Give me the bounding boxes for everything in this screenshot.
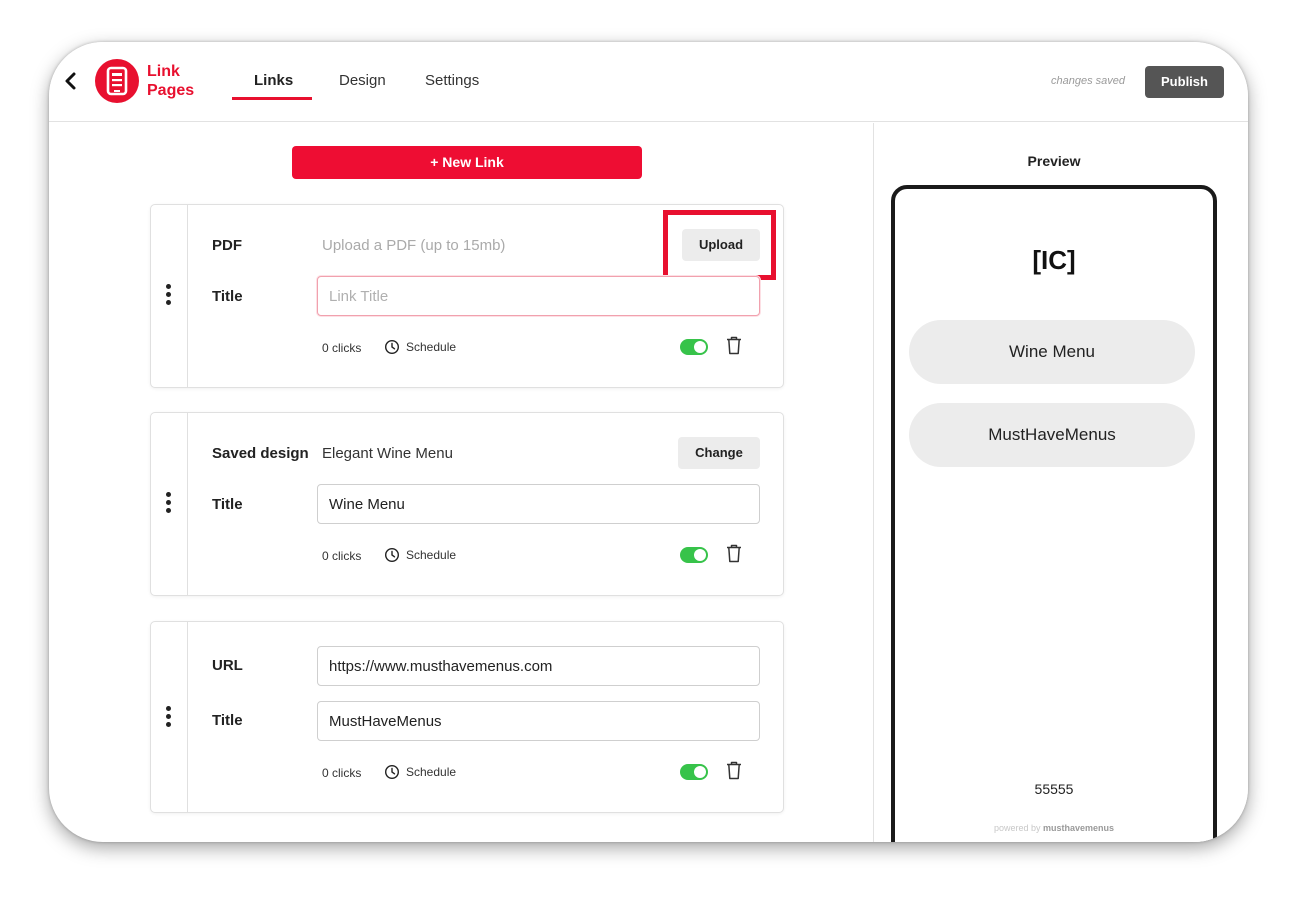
upload-highlight-annotation xyxy=(663,210,776,280)
clicks-count: 0 clicks xyxy=(322,341,362,355)
trash-icon[interactable] xyxy=(726,761,742,780)
trash-icon[interactable] xyxy=(726,336,742,355)
clicks-count: 0 clicks xyxy=(322,549,362,563)
powered-by-brand: musthavemenus xyxy=(1043,823,1115,833)
saved-design-name: Elegant Wine Menu xyxy=(322,445,453,462)
drag-handle[interactable] xyxy=(151,205,188,387)
tab-settings[interactable]: Settings xyxy=(425,72,479,89)
schedule-label: Schedule xyxy=(406,548,457,562)
tab-links[interactable]: Links xyxy=(254,72,293,89)
preview-link-wine-menu[interactable]: Wine Menu xyxy=(909,320,1195,384)
pdf-title-input[interactable] xyxy=(317,276,760,316)
saved-design-label: Saved design xyxy=(212,445,309,462)
app-window: Link Pages Links Design Settings changes… xyxy=(49,42,1248,842)
clock-icon xyxy=(384,764,400,780)
title-label: Title xyxy=(212,496,243,513)
enable-toggle[interactable] xyxy=(680,764,708,780)
new-link-button[interactable]: + New Link xyxy=(292,146,642,179)
pdf-upload-hint: Upload a PDF (up to 15mb) xyxy=(322,237,506,254)
save-status: changes saved xyxy=(1051,75,1125,87)
vertical-dots-icon[interactable] xyxy=(166,492,171,516)
preview-pane: Preview [IC] Wine Menu MustHaveMenus 555… xyxy=(873,123,1248,842)
preview-title: Preview xyxy=(1027,153,1081,169)
change-button[interactable]: Change xyxy=(678,437,760,469)
title-label: Title xyxy=(212,712,243,729)
musthavemenus-title-input[interactable] xyxy=(317,701,760,741)
clock-icon xyxy=(384,339,400,355)
enable-toggle[interactable] xyxy=(680,339,708,355)
enable-toggle[interactable] xyxy=(680,547,708,563)
vertical-dots-icon[interactable] xyxy=(166,706,171,730)
link-card-saved-design: Saved design Elegant Wine Menu Change Ti… xyxy=(150,412,784,596)
clicks-count: 0 clicks xyxy=(322,766,362,780)
link-pages-logo-icon xyxy=(95,59,139,103)
app-logo-text: Link Pages xyxy=(147,62,194,100)
preview-link-musthavemenus[interactable]: MustHaveMenus xyxy=(909,403,1195,467)
schedule-label: Schedule xyxy=(406,340,457,354)
logo-line-1: Link xyxy=(147,63,180,80)
publish-button[interactable]: Publish xyxy=(1145,66,1224,98)
pdf-label: PDF xyxy=(212,237,242,254)
schedule-button[interactable]: Schedule xyxy=(384,339,456,355)
clock-icon xyxy=(384,547,400,563)
logo-line-2: Pages xyxy=(147,82,195,99)
powered-by-prefix: powered by xyxy=(993,823,1041,833)
powered-by: powered by musthavemenus xyxy=(895,823,1213,833)
preview-footer-number: 55555 xyxy=(1034,781,1074,797)
vertical-dots-icon[interactable] xyxy=(166,284,171,308)
trash-icon[interactable] xyxy=(726,544,742,563)
top-bar: Link Pages Links Design Settings changes… xyxy=(49,42,1248,122)
drag-handle[interactable] xyxy=(151,622,188,812)
url-label: URL xyxy=(212,657,243,674)
drag-handle[interactable] xyxy=(151,413,188,595)
phone-preview: [IC] Wine Menu MustHaveMenus 55555 power… xyxy=(891,185,1217,842)
preview-brand: [IC] xyxy=(1032,245,1076,275)
link-card-pdf: PDF Upload a PDF (up to 15mb) Upload Tit… xyxy=(150,204,784,388)
schedule-button[interactable]: Schedule xyxy=(384,764,456,780)
schedule-label: Schedule xyxy=(406,765,457,779)
schedule-button[interactable]: Schedule xyxy=(384,547,456,563)
tab-design[interactable]: Design xyxy=(339,72,386,89)
link-card-url: URL Title 0 clicks Schedule xyxy=(150,621,784,813)
title-label: Title xyxy=(212,288,243,305)
url-input[interactable] xyxy=(317,646,760,686)
back-chevron-icon[interactable] xyxy=(61,68,81,94)
wine-menu-title-input[interactable] xyxy=(317,484,760,524)
active-tab-indicator xyxy=(232,97,312,100)
links-editor: + New Link PDF Upload a PDF (up to 15mb)… xyxy=(49,123,873,842)
